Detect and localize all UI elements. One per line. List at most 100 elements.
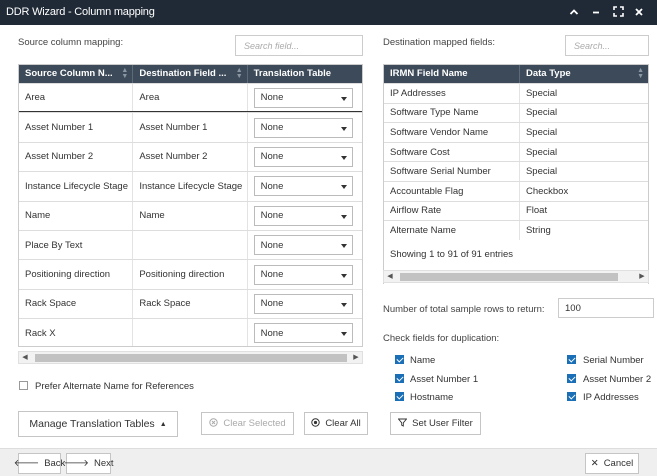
destination-field-cell: [133, 230, 248, 260]
table-row[interactable]: Accountable Flag Checkbox: [384, 180, 648, 201]
translation-table-select[interactable]: None: [253, 264, 353, 285]
sort-icon: ▲ ▼: [121, 67, 129, 80]
scroll-right-icon[interactable]: ▶: [350, 352, 362, 363]
field-name-cell: IP Addresses: [384, 84, 520, 103]
scroll-right-icon[interactable]: ▶: [636, 271, 648, 282]
translation-cell: None: [248, 231, 362, 259]
column-header-translation[interactable]: Translation Table: [248, 65, 362, 83]
caret-down-icon: [340, 244, 347, 249]
data-type-cell: Special: [525, 126, 558, 138]
table-row[interactable]: Rack X None: [19, 318, 362, 346]
destination-field-cell: Instance Lifecycle Stage: [133, 172, 248, 201]
destination-field-cell: Asset Number 1: [133, 113, 248, 142]
destination-field-cell: Asset Number 2: [133, 142, 248, 172]
translation-table-select[interactable]: None: [253, 323, 353, 344]
table-row[interactable]: Place By Text None: [19, 229, 362, 260]
chevron-up-icon[interactable]: [565, 4, 583, 22]
cancel-button[interactable]: ✕ Cancel: [585, 453, 639, 474]
scroll-left-icon[interactable]: ◀: [19, 352, 31, 363]
column-header-source[interactable]: Source Column N... ▲ ▼: [19, 65, 134, 83]
duplication-checkbox[interactable]: [567, 392, 576, 401]
prefer-alternate-checkbox[interactable]: [19, 381, 28, 390]
source-search-input[interactable]: [235, 35, 363, 56]
back-button[interactable]: 🡐 Back: [14, 453, 65, 474]
table-row[interactable]: Software Vendor Name Special: [384, 122, 648, 142]
table-row[interactable]: Airflow Rate Float: [384, 200, 648, 221]
source-column-cell: Place By Text: [19, 230, 134, 260]
table-row[interactable]: Area Area None: [19, 83, 362, 113]
duplication-field-label: IP Addresses: [583, 392, 639, 403]
table-row[interactable]: Alternate Name String: [384, 220, 648, 240]
close-icon: ✕: [590, 458, 599, 469]
minimize-icon[interactable]: [587, 4, 605, 22]
table-row[interactable]: Name Name None: [19, 200, 362, 230]
close-icon[interactable]: [630, 4, 648, 22]
table-row[interactable]: Software Cost Special: [384, 141, 648, 162]
translation-table-select[interactable]: None: [253, 176, 353, 197]
destination-search-input[interactable]: [565, 35, 649, 56]
destination-table-scrollbar[interactable]: ◀ ▶: [383, 270, 649, 283]
translation-table-select[interactable]: None: [253, 235, 353, 256]
table-row[interactable]: Instance Lifecycle Stage Instance Lifecyc…: [19, 171, 362, 201]
data-type-cell: Special: [525, 107, 558, 119]
duplication-checkbox[interactable]: [395, 355, 404, 364]
next-button[interactable]: 🡒 Next: [63, 453, 114, 474]
maximize-icon[interactable]: [609, 4, 627, 22]
scrollbar-thumb[interactable]: [400, 273, 618, 281]
duplication-checkbox[interactable]: [395, 373, 404, 383]
caret-down-icon: [340, 96, 347, 101]
clear-all-icon: [311, 417, 321, 430]
manage-translation-tables-button[interactable]: Manage Translation Tables ▲: [18, 411, 178, 437]
caret-down-icon: [340, 185, 347, 190]
field-name-cell: Software Type Name: [384, 103, 520, 123]
duplication-checkbox[interactable]: [395, 392, 404, 401]
duplication-label: Check fields for duplication:: [383, 333, 500, 344]
source-table-scrollbar[interactable]: ◀ ▶: [18, 351, 363, 364]
wizard-footer: 🡐 Back 🡒 Next ✕ Cancel: [0, 448, 657, 476]
translation-cell: None: [248, 290, 362, 318]
field-name-cell: Alternate Name: [384, 221, 520, 240]
source-column-cell: Name: [19, 201, 134, 230]
field-name-cell: Software Vendor Name: [384, 123, 520, 142]
data-type-cell: Float: [525, 205, 548, 217]
scroll-left-icon[interactable]: ◀: [384, 271, 396, 282]
duplication-field-label: Hostname: [410, 392, 454, 403]
set-user-filter-button[interactable]: Set User Filter: [390, 412, 481, 435]
destination-field-cell: Area: [133, 84, 248, 112]
field-name-cell: Software Cost: [384, 142, 520, 162]
translation-cell: None: [248, 143, 362, 171]
duplication-checkbox[interactable]: [567, 373, 576, 383]
translation-cell: None: [248, 319, 362, 346]
column-header-destination[interactable]: Destination Field ... ▲ ▼: [133, 65, 248, 83]
translation-table-select[interactable]: None: [253, 205, 353, 226]
destination-table-header: IRMN Field Name Data Type ▲ ▼: [384, 65, 648, 83]
source-column-cell: Rack Space: [19, 289, 134, 319]
translation-table-select[interactable]: None: [253, 146, 353, 167]
table-row[interactable]: Software Type Name Special: [384, 102, 648, 123]
column-header-data-type[interactable]: Data Type ▲ ▼: [520, 65, 648, 83]
caret-down-icon: [340, 126, 347, 131]
table-row[interactable]: Positioning direction Positioning directi…: [19, 259, 362, 289]
column-header-field-name[interactable]: IRMN Field Name: [384, 65, 520, 83]
table-row[interactable]: Rack Space Rack Space None: [19, 288, 362, 319]
sample-rows-input[interactable]: 100: [558, 298, 654, 318]
translation-table-select[interactable]: None: [253, 117, 353, 138]
source-column-cell: Positioning direction: [19, 260, 134, 289]
caret-down-icon: [340, 214, 347, 219]
scrollbar-thumb[interactable]: [35, 354, 347, 362]
arrow-left-icon: 🡐: [13, 458, 40, 469]
table-row[interactable]: Asset Number 2 Asset Number 2 None: [19, 141, 362, 172]
table-row[interactable]: Asset Number 1 Asset Number 1 None: [19, 112, 362, 142]
clear-all-button[interactable]: Clear All: [304, 412, 368, 435]
translation-cell: None: [248, 260, 362, 288]
translation-table-select[interactable]: None: [253, 293, 353, 314]
caret-down-icon: [340, 155, 347, 160]
duplication-checkbox[interactable]: [567, 355, 576, 364]
table-row[interactable]: IP Addresses Special: [384, 83, 648, 103]
source-column-cell: Asset Number 2: [19, 142, 134, 172]
field-name-cell: Airflow Rate: [384, 201, 520, 221]
translation-table-select[interactable]: None: [253, 87, 353, 108]
clear-selected-button[interactable]: Clear Selected: [201, 412, 294, 435]
translation-cell: None: [248, 113, 362, 141]
table-row[interactable]: Software Serial Number Special: [384, 161, 648, 181]
